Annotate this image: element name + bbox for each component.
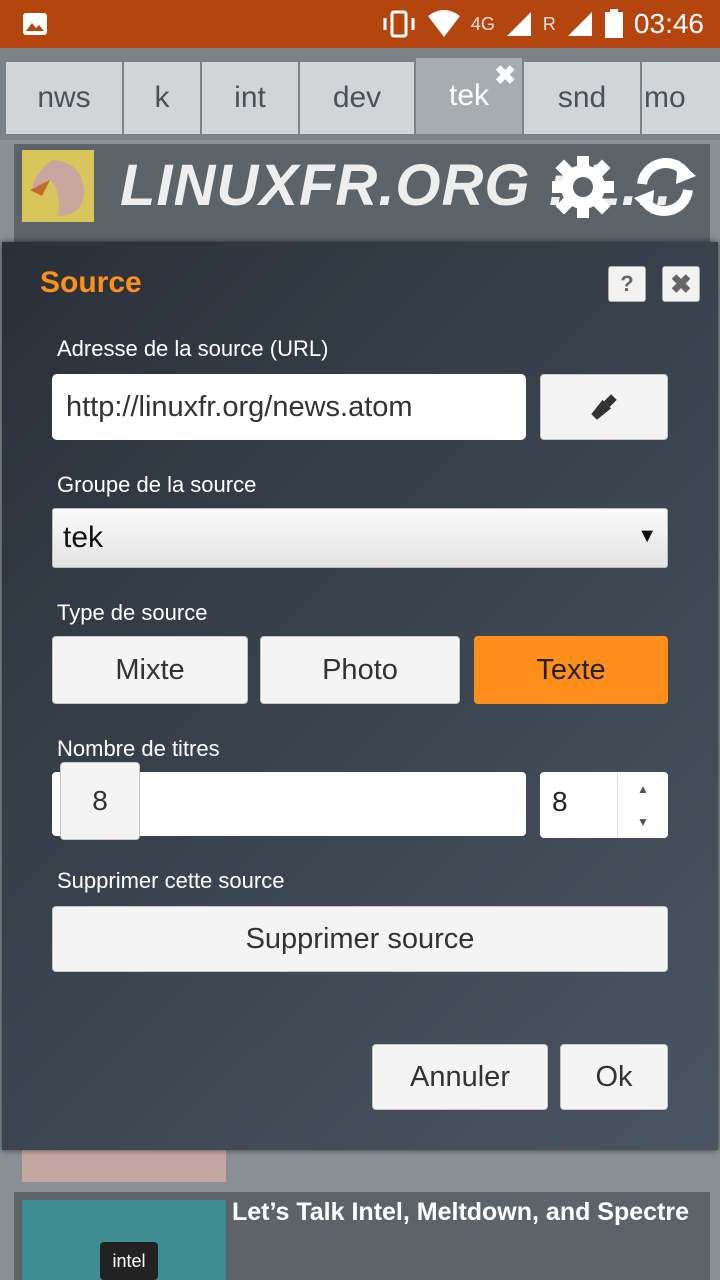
gear-icon[interactable] xyxy=(550,154,616,220)
count-spinner: ▲ ▼ xyxy=(617,772,668,838)
article-title: Let’s Talk Intel, Meltdown, and Spectre xyxy=(232,1198,690,1226)
tab-label: mo xyxy=(644,81,686,114)
signal-icon xyxy=(567,12,592,36)
dropdown-arrow-icon: ▼ xyxy=(637,525,657,547)
article-thumbnail: intel xyxy=(22,1200,226,1280)
tab-label: snd xyxy=(557,81,607,114)
tab-tek[interactable]: tek ✖ xyxy=(416,58,522,134)
count-label: Nombre de titres xyxy=(57,736,220,761)
count-number-input[interactable]: 8 ▲ ▼ xyxy=(540,772,668,838)
tab-close-icon[interactable]: ✖ xyxy=(494,60,516,91)
count-number-value: 8 xyxy=(552,786,568,817)
status-bar: 4G R 03:46 xyxy=(0,0,720,48)
url-label: Adresse de la source (URL) xyxy=(57,336,329,361)
feed-logo xyxy=(22,150,94,222)
cancel-button[interactable]: Annuler xyxy=(372,1044,548,1110)
signal-icon xyxy=(506,12,531,36)
tab-label: int xyxy=(234,81,266,114)
tab-dev[interactable]: dev xyxy=(300,62,414,134)
vibrate-icon xyxy=(383,10,415,38)
source-dialog: Source ? ✖ Adresse de la source (URL) ht… xyxy=(2,242,718,1150)
clock: 03:46 xyxy=(633,8,704,39)
close-icon[interactable]: ✖ xyxy=(662,266,700,302)
feed-header: LINUXFR.ORG : L... xyxy=(14,144,710,228)
refresh-icon[interactable] xyxy=(630,154,700,220)
type-mixte-button[interactable]: Mixte xyxy=(52,636,248,704)
type-label: Type de source xyxy=(57,600,208,625)
tab-int[interactable]: int xyxy=(202,62,298,134)
url-field[interactable]: http://linuxfr.org/news.atom xyxy=(52,374,526,440)
delete-source-button[interactable]: Supprimer source xyxy=(52,906,668,972)
tab-label: dev xyxy=(332,81,382,114)
article-thumbnail[interactable] xyxy=(22,1148,226,1182)
count-slider-handle[interactable]: 8 xyxy=(60,762,140,840)
ok-button[interactable]: Ok xyxy=(560,1044,668,1110)
tab-label: tek xyxy=(448,79,490,112)
intel-badge: intel xyxy=(100,1242,158,1280)
tab-snd[interactable]: snd xyxy=(524,62,640,134)
tab-label: k xyxy=(154,81,170,114)
tab-nws[interactable]: nws xyxy=(6,62,122,134)
tab-k[interactable]: k xyxy=(124,62,200,134)
network-type: 4G xyxy=(470,13,495,34)
gallery-icon xyxy=(23,13,47,35)
type-texte-button[interactable]: Texte xyxy=(474,636,668,704)
wifi-icon xyxy=(427,10,460,37)
flashlight-icon xyxy=(591,394,617,420)
article-row[interactable]: intel Let’s Talk Intel, Meltdown, and Sp… xyxy=(14,1192,710,1280)
delete-label: Supprimer cette source xyxy=(57,868,285,893)
feed-subheader xyxy=(14,228,710,242)
battery-icon xyxy=(604,9,623,38)
dialog-title: Source xyxy=(40,266,142,299)
roaming-indicator: R xyxy=(542,13,556,34)
group-select-value: tek xyxy=(63,521,104,554)
tab-label: nws xyxy=(37,81,91,114)
spin-down-icon[interactable]: ▼ xyxy=(618,805,668,838)
spin-up-icon[interactable]: ▲ xyxy=(618,772,668,805)
help-icon[interactable]: ? xyxy=(608,266,646,302)
group-label: Groupe de la source xyxy=(57,472,257,497)
type-photo-button[interactable]: Photo xyxy=(260,636,460,704)
tab-mo[interactable]: mo xyxy=(642,62,720,134)
group-select[interactable]: tek ▼ xyxy=(52,508,668,568)
flashlight-button[interactable] xyxy=(540,374,668,440)
tab-bar: nws k int dev tek ✖ snd mo xyxy=(0,48,720,140)
